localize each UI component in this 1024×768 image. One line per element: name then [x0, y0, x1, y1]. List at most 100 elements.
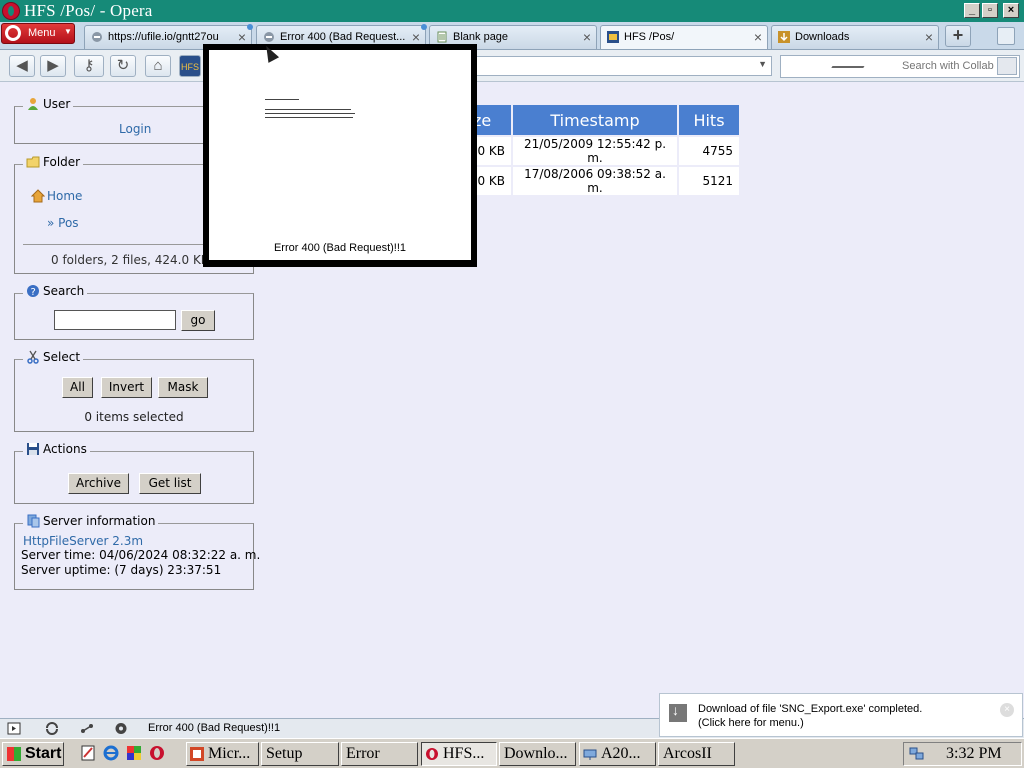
taskbar-item-arcosii[interactable]: ArcosII: [658, 742, 735, 766]
tab-preview-popup[interactable]: Error 400 (Bad Request)!!1: [203, 44, 477, 267]
tab-downloads[interactable]: Downloads ×: [771, 25, 939, 49]
server-info-legend-text: Server information: [43, 514, 156, 528]
invert-selection-button[interactable]: Invert: [101, 377, 152, 398]
search-icon[interactable]: [997, 57, 1017, 75]
taskbar-item-label: HFS...: [443, 745, 485, 762]
tab-bar: Menu ▼ https://ufile.io/gntt27ou × Error…: [0, 22, 1024, 50]
taskbar-item-downloads[interactable]: Downlo...: [499, 742, 576, 766]
globe-icon: [92, 32, 102, 42]
select-all-button[interactable]: All: [62, 377, 93, 398]
select-legend-text: Select: [43, 350, 81, 364]
taskbar-item-a20[interactable]: A20...: [579, 742, 656, 766]
network-tray-icon[interactable]: [909, 746, 925, 762]
server-info-legend: Server information: [23, 514, 159, 528]
cell-hits: 5121: [679, 167, 739, 195]
tab-label: Downloads: [795, 31, 850, 43]
sync-icon[interactable]: [45, 722, 59, 735]
start-button[interactable]: Start: [2, 742, 64, 766]
thumbnail-text-line: [265, 117, 353, 118]
taskbar-item-error[interactable]: Error: [341, 742, 418, 766]
opera-icon: [426, 748, 438, 760]
home-link[interactable]: Home: [47, 189, 82, 203]
download-message: Download of file 'SNC_Export.exe' comple…: [698, 703, 923, 715]
back-button[interactable]: ◀: [9, 55, 35, 77]
mask-button[interactable]: Mask: [158, 377, 208, 398]
maximize-button[interactable]: ▫: [982, 3, 998, 18]
opera-icon[interactable]: [149, 745, 165, 761]
chevron-down-icon[interactable]: ▼: [758, 59, 767, 69]
download-menu-hint: (Click here for menu.): [698, 717, 804, 729]
hfs-version-link[interactable]: HttpFileServer 2.3m: [23, 534, 143, 548]
clock[interactable]: 3:32 PM: [946, 745, 1002, 763]
taskbar-item-setup[interactable]: Setup: [261, 742, 339, 766]
file-search-input[interactable]: [54, 310, 176, 330]
column-header-hits[interactable]: Hits: [679, 105, 739, 135]
trash-icon[interactable]: [997, 27, 1015, 45]
home-row[interactable]: Home: [31, 189, 82, 203]
menu-label: Menu: [28, 27, 56, 39]
home-button[interactable]: ⌂: [145, 55, 171, 77]
actions-legend-text: Actions: [43, 442, 87, 456]
download-notification[interactable]: Download of file 'SNC_Export.exe' comple…: [659, 693, 1023, 737]
tab-close-icon[interactable]: ×: [754, 29, 762, 45]
search-panel: ? Search go: [14, 284, 254, 340]
tab-indicator-dot: [421, 24, 427, 30]
table-row: .0 KB 17/08/2006 09:38:52 a. m. 5121: [467, 167, 739, 195]
tab-close-icon[interactable]: ×: [238, 29, 246, 45]
site-badge: HFS: [179, 55, 201, 77]
window-title: HFS /Pos/ - Opera: [24, 1, 153, 20]
reload-button[interactable]: ↻: [110, 55, 136, 77]
internet-explorer-icon[interactable]: [103, 745, 119, 761]
taskbar-item-label: A20...: [601, 745, 641, 762]
login-link[interactable]: Login: [119, 122, 151, 136]
tab-label: HFS /Pos/: [624, 31, 675, 43]
search-legend-text: Search: [43, 284, 85, 298]
server-info-panel: Server information HttpFileServer 2.3m S…: [14, 514, 260, 590]
windows-media-icon[interactable]: [126, 745, 142, 761]
thumbnail-text-line: [265, 109, 351, 110]
notepad-icon[interactable]: [80, 745, 96, 761]
minimize-button[interactable]: _: [964, 3, 980, 18]
select-legend: Select: [23, 350, 84, 364]
hfs-icon: HFS: [181, 62, 199, 72]
navigation-toolbar: ◀ ▶ ⚷ ↻ ⌂ HFS ▼: [0, 50, 1024, 82]
powerpoint-icon: [190, 747, 204, 761]
server-icon: [27, 514, 40, 528]
user-legend: User: [23, 97, 74, 111]
tab-close-icon[interactable]: ×: [925, 29, 933, 45]
folder-icon: [26, 156, 40, 168]
tab-close-icon[interactable]: ×: [412, 29, 420, 45]
column-header-timestamp[interactable]: Timestamp: [513, 105, 677, 135]
cell-hits: 4755: [679, 137, 739, 165]
taskbar-item-label: Error: [346, 745, 380, 762]
tab-close-icon[interactable]: ×: [583, 29, 591, 45]
address-bar[interactable]: ▼: [470, 56, 772, 76]
archive-button[interactable]: Archive: [68, 473, 129, 494]
wand-button[interactable]: ⚷: [74, 55, 104, 77]
current-folder-link[interactable]: » Pos: [47, 216, 79, 230]
taskbar-item-micr[interactable]: Micr...: [186, 742, 259, 766]
search-legend: ? Search: [23, 284, 88, 298]
taskbar-item-label: Micr...: [208, 745, 251, 762]
get-list-button[interactable]: Get list: [139, 473, 201, 494]
taskbar-item-label: Setup: [266, 745, 303, 762]
network-icon[interactable]: [80, 722, 94, 735]
taskbar-item-hfs[interactable]: HFS...: [421, 742, 497, 766]
forward-button[interactable]: ▶: [40, 55, 66, 77]
search-go-button[interactable]: go: [181, 310, 215, 331]
table-header-row: ze Timestamp Hits: [467, 105, 739, 135]
opera-menu-button[interactable]: Menu ▼: [1, 23, 75, 44]
actions-panel: Actions Archive Get list: [14, 442, 254, 504]
new-tab-button[interactable]: +: [945, 25, 971, 47]
web-search-input[interactable]: [900, 57, 996, 75]
tab-preview-caption: Error 400 (Bad Request)!!1: [273, 242, 407, 254]
close-window-button[interactable]: ×: [1003, 3, 1019, 18]
close-icon[interactable]: ×: [1000, 703, 1014, 717]
speed-dial-icon[interactable]: [114, 722, 128, 735]
start-label: Start: [25, 745, 62, 762]
globe-icon: [264, 32, 274, 42]
tab-hfs-pos[interactable]: HFS /Pos/ ×: [600, 25, 768, 49]
panel-toggle-icon[interactable]: [7, 722, 21, 735]
svg-text:?: ?: [31, 287, 36, 298]
system-tray: 3:32 PM: [903, 742, 1022, 766]
